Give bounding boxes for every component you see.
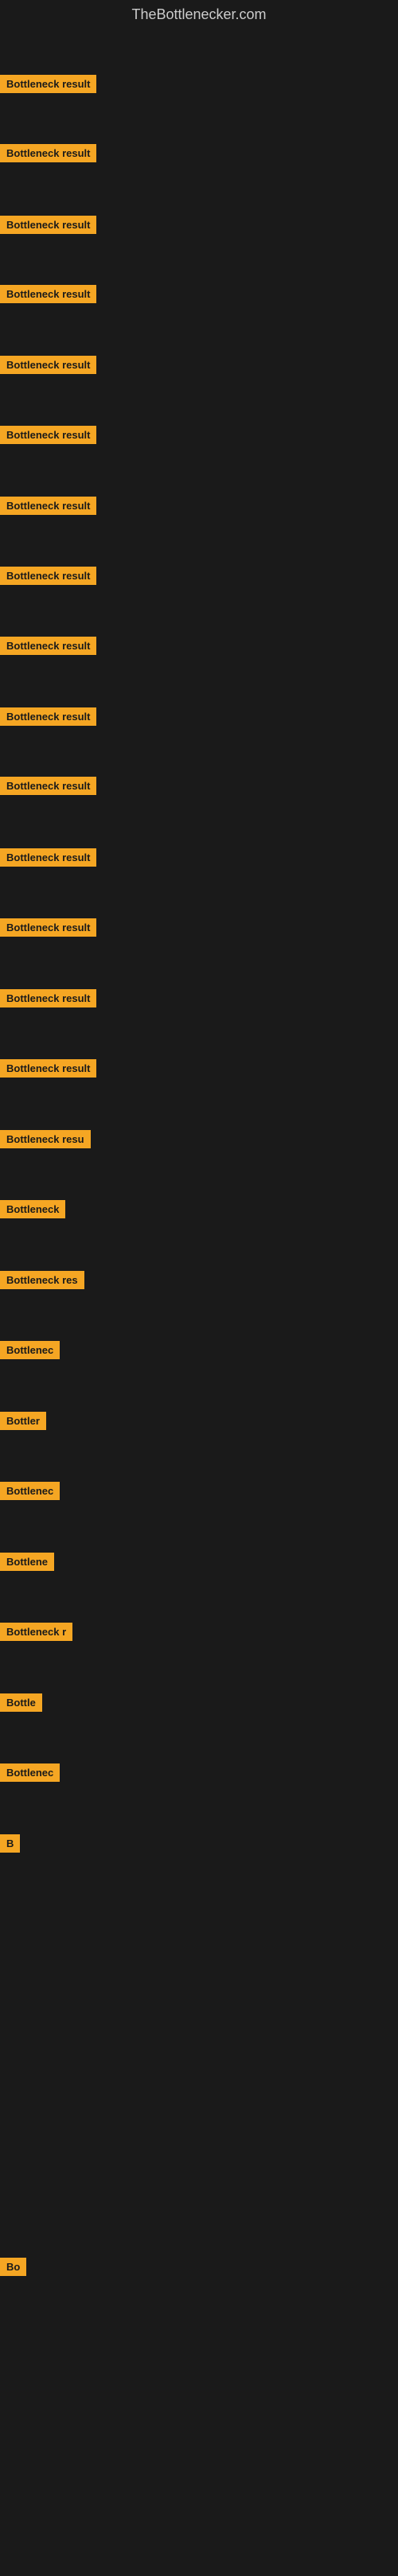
- bottleneck-badge[interactable]: Bottleneck result: [0, 777, 96, 795]
- bottleneck-item: Bottleneck result: [0, 989, 96, 1011]
- bottleneck-badge[interactable]: B: [0, 1834, 20, 1853]
- site-title: TheBottlenecker.com: [0, 0, 398, 29]
- bottleneck-item: Bottler: [0, 1412, 46, 1434]
- bottleneck-item: Bottlenec: [0, 1763, 60, 1786]
- bottleneck-item: Bottleneck result: [0, 75, 96, 97]
- bottleneck-item: Bottleneck result: [0, 777, 96, 799]
- bottleneck-item: Bottleneck result: [0, 567, 96, 589]
- bottleneck-badge[interactable]: Bottleneck result: [0, 144, 96, 162]
- bottleneck-badge[interactable]: Bottler: [0, 1412, 46, 1430]
- bottleneck-badge[interactable]: Bottleneck resu: [0, 1130, 91, 1148]
- bottleneck-item: Bottleneck result: [0, 918, 96, 941]
- bottleneck-badge[interactable]: Bottleneck result: [0, 1059, 96, 1078]
- bottleneck-badge[interactable]: Bottleneck result: [0, 356, 96, 374]
- bottleneck-badge[interactable]: Bottleneck result: [0, 707, 96, 726]
- bottleneck-item: Bottleneck: [0, 1200, 65, 1222]
- bottleneck-badge[interactable]: Bottleneck result: [0, 637, 96, 655]
- bottleneck-item: Bottle: [0, 1693, 42, 1716]
- bottleneck-item: Bottleneck result: [0, 144, 96, 166]
- bottleneck-badge[interactable]: Bottleneck result: [0, 989, 96, 1007]
- bottleneck-item: Bottleneck result: [0, 707, 96, 730]
- bottleneck-badge[interactable]: Bottle: [0, 1693, 42, 1712]
- bottleneck-item: Bottleneck result: [0, 356, 96, 378]
- bottleneck-badge[interactable]: Bottlenec: [0, 1482, 60, 1500]
- bottleneck-item: Bottleneck result: [0, 285, 96, 307]
- bottleneck-item: Bottleneck result: [0, 497, 96, 519]
- bottleneck-item: Bo: [0, 2258, 26, 2280]
- bottleneck-item: Bottleneck result: [0, 216, 96, 238]
- bottleneck-item: Bottleneck r: [0, 1623, 72, 1645]
- bottleneck-item: Bottleneck result: [0, 637, 96, 659]
- bottleneck-badge[interactable]: Bottleneck result: [0, 285, 96, 303]
- bottleneck-badge[interactable]: Bo: [0, 2258, 26, 2276]
- bottleneck-badge[interactable]: Bottleneck result: [0, 216, 96, 234]
- bottleneck-badge[interactable]: Bottleneck result: [0, 75, 96, 93]
- bottleneck-item: Bottlenec: [0, 1482, 60, 1504]
- bottleneck-badge[interactable]: Bottleneck: [0, 1200, 65, 1218]
- bottleneck-badge[interactable]: Bottlenec: [0, 1763, 60, 1782]
- bottleneck-item: Bottleneck res: [0, 1271, 84, 1293]
- bottleneck-item: Bottleneck result: [0, 426, 96, 448]
- bottleneck-item: Bottleneck result: [0, 848, 96, 871]
- bottleneck-badge[interactable]: Bottleneck result: [0, 497, 96, 515]
- bottleneck-badge[interactable]: Bottleneck result: [0, 567, 96, 585]
- bottleneck-item: Bottlenec: [0, 1341, 60, 1363]
- bottleneck-badge[interactable]: Bottleneck result: [0, 426, 96, 444]
- bottleneck-badge[interactable]: Bottlenec: [0, 1341, 60, 1359]
- bottleneck-item: Bottlene: [0, 1553, 54, 1575]
- bottleneck-item: Bottleneck resu: [0, 1130, 91, 1152]
- bottleneck-item: Bottleneck result: [0, 1059, 96, 1081]
- bottleneck-item: B: [0, 1834, 20, 1857]
- bottleneck-badge[interactable]: Bottleneck result: [0, 918, 96, 937]
- bottleneck-badge[interactable]: Bottlene: [0, 1553, 54, 1571]
- bottleneck-badge[interactable]: Bottleneck r: [0, 1623, 72, 1641]
- bottleneck-badge[interactable]: Bottleneck result: [0, 848, 96, 867]
- bottleneck-badge[interactable]: Bottleneck res: [0, 1271, 84, 1289]
